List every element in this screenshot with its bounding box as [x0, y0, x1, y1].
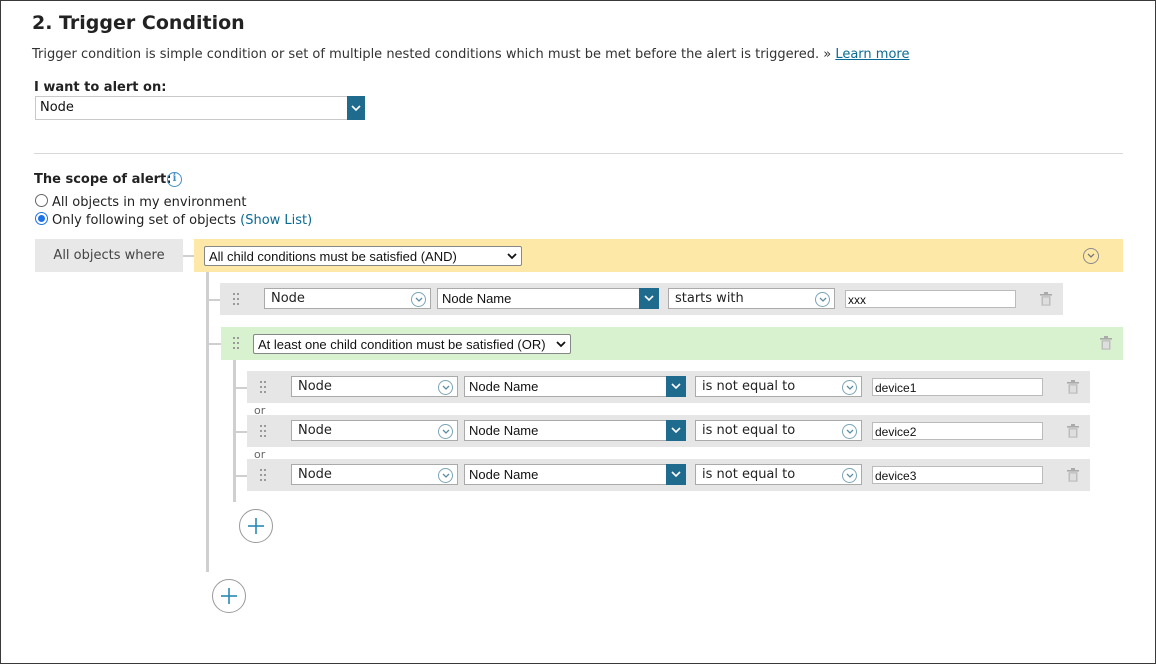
comparator-select[interactable]: is not equal to	[695, 376, 862, 397]
object-select[interactable]: Node	[291, 464, 458, 485]
collapse-group-icon[interactable]	[1083, 248, 1099, 264]
or-operator-value: At least one child condition must be sat…	[258, 337, 546, 352]
alert-on-select[interactable]: Node	[35, 96, 365, 120]
trash-icon[interactable]	[1067, 468, 1079, 482]
chevron-down-icon	[639, 288, 659, 309]
chevron-down-icon	[666, 376, 686, 397]
connector	[206, 299, 220, 301]
field-value: Node Name	[469, 423, 539, 438]
drag-handle-icon[interactable]	[233, 337, 241, 349]
trash-icon[interactable]	[1100, 336, 1112, 350]
connector	[183, 255, 194, 257]
value-input[interactable]: device1	[872, 378, 1043, 396]
chevron-down-icon	[438, 468, 453, 483]
connector	[233, 431, 247, 433]
plus-icon	[221, 588, 237, 604]
or-operator-select[interactable]: At least one child condition must be sat…	[253, 334, 571, 354]
chevron-down-icon	[347, 96, 365, 120]
field-select[interactable]: Node Name	[464, 376, 686, 397]
learn-more-link[interactable]: Learn more	[835, 47, 909, 62]
alert-on-label: I want to alert on:	[34, 80, 167, 95]
chevron-down-icon	[666, 464, 686, 485]
field-select[interactable]: Node Name	[464, 420, 686, 441]
value-input[interactable]: device3	[872, 466, 1043, 484]
chevron-down-icon	[507, 253, 517, 260]
scope-label: The scope of alert:	[34, 172, 172, 187]
comparator-value: is not equal to	[702, 467, 796, 482]
object-select[interactable]: Node	[264, 288, 431, 309]
alert-on-value: Node	[40, 100, 74, 115]
connector	[233, 475, 247, 477]
trash-icon[interactable]	[1067, 424, 1079, 438]
drag-handle-icon[interactable]	[233, 293, 241, 305]
all-objects-where-label: All objects where	[35, 239, 183, 272]
radio-following-set-label: Only following set of objects (Show List…	[52, 213, 312, 228]
object-value: Node	[298, 423, 332, 438]
field-value: Node Name	[442, 291, 512, 306]
drag-handle-icon[interactable]	[260, 425, 268, 437]
divider	[34, 153, 1123, 154]
trash-icon[interactable]	[1040, 292, 1052, 306]
chevron-down-icon	[556, 341, 566, 348]
drag-handle-icon[interactable]	[260, 381, 268, 393]
comparator-select[interactable]: starts with	[668, 288, 835, 309]
connector	[206, 343, 221, 345]
tree-line-root	[206, 272, 209, 572]
radio-all-objects[interactable]	[35, 194, 48, 207]
add-condition-or-button[interactable]	[239, 509, 273, 543]
chevron-down-icon	[438, 380, 453, 395]
field-select[interactable]: Node Name	[464, 464, 686, 485]
trigger-condition-panel: 2. Trigger Condition Trigger condition i…	[0, 0, 1156, 664]
comparator-select[interactable]: is not equal to	[695, 464, 862, 485]
chevron-down-icon	[666, 420, 686, 441]
object-value: Node	[271, 291, 305, 306]
value-input[interactable]: xxx	[845, 290, 1016, 308]
and-operator-value: All child conditions must be satisfied (…	[209, 249, 457, 264]
plus-icon	[248, 518, 264, 534]
radio-all-objects-label: All objects in my environment	[52, 195, 247, 210]
object-value: Node	[298, 467, 332, 482]
chevron-down-icon	[842, 468, 857, 483]
radio-following-set[interactable]	[35, 212, 48, 225]
comparator-select[interactable]: is not equal to	[695, 420, 862, 441]
add-condition-and-button[interactable]	[212, 579, 246, 613]
chevron-down-icon	[438, 424, 453, 439]
comparator-value: starts with	[675, 291, 744, 306]
description-text: Trigger condition is simple condition or…	[32, 47, 832, 62]
comparator-value: is not equal to	[702, 379, 796, 394]
trash-icon[interactable]	[1067, 380, 1079, 394]
following-set-text: Only following set of objects	[52, 213, 236, 228]
value-input[interactable]: device2	[872, 422, 1043, 440]
chevron-down-icon	[815, 292, 830, 307]
section-title: 2. Trigger Condition	[32, 12, 245, 34]
chevron-down-icon	[411, 292, 426, 307]
field-value: Node Name	[469, 379, 539, 394]
field-value: Node Name	[469, 467, 539, 482]
object-select[interactable]: Node	[291, 376, 458, 397]
chevron-down-icon	[842, 424, 857, 439]
info-icon[interactable]: i	[167, 172, 182, 187]
object-value: Node	[298, 379, 332, 394]
show-list-link[interactable]: (Show List)	[240, 213, 312, 228]
and-operator-select[interactable]: All child conditions must be satisfied (…	[204, 246, 522, 266]
object-select[interactable]: Node	[291, 420, 458, 441]
chevron-down-icon	[842, 380, 857, 395]
field-select[interactable]: Node Name	[437, 288, 659, 309]
comparator-value: is not equal to	[702, 423, 796, 438]
connector	[233, 387, 247, 389]
drag-handle-icon[interactable]	[260, 469, 268, 481]
section-description: Trigger condition is simple condition or…	[32, 47, 909, 62]
